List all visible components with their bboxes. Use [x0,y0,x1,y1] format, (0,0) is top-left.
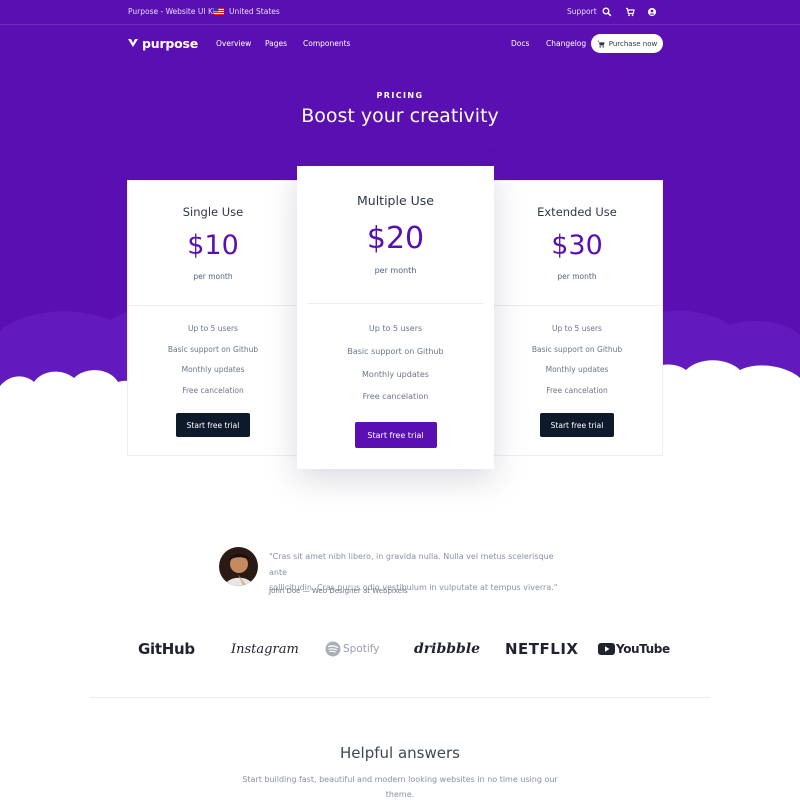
spotify-text: Spotify [343,643,380,655]
testimonial-author: John Doe — Web Designer at Webpixels [269,587,408,595]
nav-link-docs[interactable]: Docs [511,39,529,48]
plan-price: $30 [551,230,603,261]
avatar [219,547,258,586]
start-trial-button[interactable]: Start free trial [176,413,250,437]
logo-text: purpose [142,35,199,51]
youtube-play-icon [598,643,615,655]
feature-item: Basic support on Github [167,345,259,354]
faq-subtitle-line: theme. [385,790,415,799]
plan-period: per month [374,266,417,275]
user-icon[interactable] [647,7,657,17]
github-logo: GitHub [138,640,195,658]
nav-link-pages[interactable]: Pages [265,39,287,48]
testimonial: "Cras sit amet nibh libero, in gravida n… [219,547,619,607]
pricing-card-multiple: Multiple Use $20 per month Up to 5 users… [297,166,494,469]
support-link[interactable]: Support [567,7,597,16]
feature-item: Monthly updates [362,370,429,379]
start-trial-button[interactable]: Start free trial [540,413,614,437]
feature-item: Free cancelation [362,392,429,401]
plan-price: $20 [366,221,425,256]
main-nav: purpose Overview Pages Components Docs C… [0,30,800,58]
card-divider [492,305,662,306]
instagram-logo: Instagram [231,641,299,657]
plan-period: per month [193,272,233,281]
pricing-card-extended: Extended Use $30 per month Up to 5 users… [491,180,663,456]
us-flag-icon[interactable] [214,8,224,15]
plan-title: Single Use [182,205,244,219]
card-divider [307,303,484,304]
card-divider [128,305,298,306]
faq-heading: Helpful answers [340,744,460,762]
section-divider [90,697,710,698]
feature-item: Free cancelation [182,386,244,395]
youtube-text: YouTube [616,642,670,656]
feature-item: Basic support on Github [347,347,444,356]
country-selector[interactable]: United States [229,7,280,16]
logo-icon [128,39,138,47]
dribbble-logo: dribbble [414,641,481,657]
logo[interactable]: purpose [128,35,198,51]
feature-item: Monthly updates [181,365,245,374]
search-icon[interactable] [602,7,612,17]
youtube-logo: YouTube [598,634,670,664]
netflix-logo: NETFLIX [505,640,579,658]
plan-title: Extended Use [537,205,617,219]
faq-subtitle-line: Start building fast, beautiful and moder… [242,775,558,784]
cart-icon [597,40,605,48]
top-bar: Purpose - Website UI Kit United States S… [0,0,800,25]
start-trial-button[interactable]: Start free trial [354,422,437,448]
purchase-button-label: Purchase now [608,39,658,48]
plan-title: Multiple Use [357,193,434,208]
spotify-logo: Spotify [325,634,380,664]
purchase-button[interactable]: Purchase now [591,34,663,53]
nav-link-changelog[interactable]: Changelog [546,39,586,48]
plan-period: per month [557,272,597,281]
pricing-eyebrow: PRICING [376,91,424,100]
quote-line: "Cras sit amet nibh libero, in gravida n… [269,552,554,577]
page-title: Boost your creativity [301,105,499,127]
topbar-brand-text: Purpose - Website UI Kit [128,7,218,16]
spotify-icon [325,641,341,657]
nav-link-components[interactable]: Components [303,39,350,48]
faq-subtitle: Start building fast, beautiful and moder… [240,772,560,800]
cart-icon[interactable] [625,7,635,17]
feature-item: Basic support on Github [531,345,623,354]
feature-item: Up to 5 users [552,324,602,333]
feature-item: Up to 5 users [368,324,423,333]
feature-item: Up to 5 users [188,324,238,333]
feature-item: Free cancelation [546,386,608,395]
plan-price: $10 [187,230,239,261]
brand-logos: GitHub Instagram Spotify dribbble NETFLI… [0,634,800,664]
nav-link-overview[interactable]: Overview [216,39,251,48]
feature-item: Monthly updates [545,365,609,374]
pricing-card-single: Single Use $10 per month Up to 5 users B… [127,180,299,456]
